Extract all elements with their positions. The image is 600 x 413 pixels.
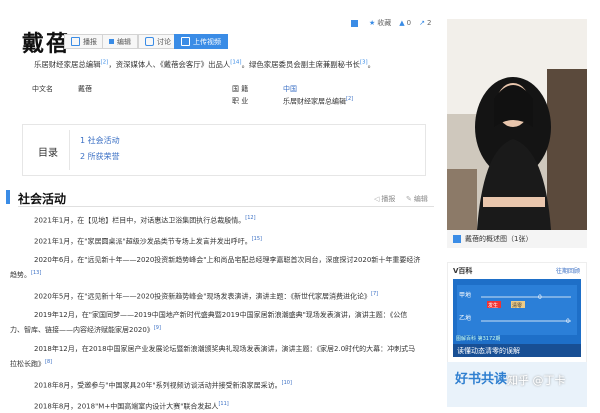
share-count: 2 <box>427 19 432 27</box>
activity-paragraph: 2019年12月，在"家国同梦——2019中国地产新时代盛典暨2019中国家居新… <box>10 309 434 337</box>
ref[interactable]: [14] <box>230 60 241 66</box>
paragraph-text: 力、智库、链接——内容经济赋能家居2020》 <box>10 326 154 335</box>
info-key-nationality: 国 籍 <box>232 85 249 93</box>
video-icon <box>181 37 190 46</box>
vbaike-more-link[interactable]: 往期回顾 <box>556 266 580 275</box>
ref[interactable]: [9] <box>154 325 161 331</box>
ref[interactable]: [2] <box>346 96 353 102</box>
activity-paragraph: 2018年12月，在2018中国家居产业发展论坛暨新浪潮颁奖典礼现场发表演讲，演… <box>10 343 434 371</box>
section-play-button[interactable]: ◁ 播报 <box>374 194 395 204</box>
activity-paragraph: 2021年1月，在【见地】栏目中，对话惠达卫浴集团执行总裁殷情。[12] <box>22 212 434 227</box>
paragraph-text: 2018年12月，在2018中国家居产业发展论坛暨新浪潮颁奖典礼现场发表演讲，演… <box>34 345 416 353</box>
section-marker <box>6 190 10 204</box>
photo-caption[interactable]: 戴蓓的概述图（1张） <box>447 230 587 248</box>
info-key-name: 中文名 <box>32 85 53 93</box>
info-key-job: 职 业 <box>232 97 249 105</box>
paragraph-text: 2019年12月，在"家国同梦——2019中国地产新时代盛典暨2019中国家居新… <box>34 311 408 319</box>
share-box-icon[interactable] <box>351 19 358 27</box>
promo-text: 好书共读 <box>455 372 508 387</box>
toc-divider <box>69 130 70 170</box>
paragraph-text: 2020年6月，在"远见新十年——2020投资新趋势峰会"上和尚品宅配总经理李嘉… <box>34 256 421 264</box>
vbaike-label-b: 乙地 <box>459 315 472 322</box>
paragraph-text: 2021年1月，在【见地】栏目中，对话惠达卫浴集团执行总裁殷情。 <box>34 216 246 225</box>
album-icon <box>453 235 461 243</box>
favorite-link[interactable]: 收藏 <box>377 18 391 28</box>
paragraph-text: 拉松长跑》 <box>10 360 45 369</box>
share-icon[interactable]: ↗ <box>419 19 425 27</box>
ref[interactable]: [8] <box>45 359 52 365</box>
section-edit-button[interactable]: ✎ 编辑 <box>406 194 428 204</box>
chat-icon <box>145 37 154 46</box>
vbaike-label-a: 甲地 <box>459 292 472 299</box>
activity-paragraph: 2021年1月，在"家居圆桌派"超级沙发品类节专场上发言并发出呼吁。[15] <box>22 233 434 248</box>
info-val-nationality[interactable]: 中国 <box>283 84 297 94</box>
ref[interactable]: [7] <box>371 291 378 297</box>
page-title: 戴蓓 <box>22 32 71 57</box>
activity-paragraph: 2018年8月，2018"M+中国高端室内设计大赛"联合发起人[11] <box>22 398 434 413</box>
ref[interactable]: [15] <box>252 236 262 242</box>
pencil-icon: ✎ <box>406 195 412 203</box>
vbaike-label-c1: 发生 <box>488 303 499 309</box>
toc-item-1[interactable]: 1 社会活动 <box>80 135 120 146</box>
ref[interactable]: [10] <box>282 380 292 386</box>
ref[interactable]: [12] <box>245 215 255 221</box>
paragraph-text: 2018年8月，2018"M+中国高端室内设计大赛"联合发起人 <box>34 402 219 411</box>
info-val-job: 乐居财经家居总编辑[2] <box>283 96 354 106</box>
profile-photo[interactable] <box>447 19 587 230</box>
like-count: 0 <box>406 19 412 27</box>
ref[interactable]: [11] <box>218 401 228 407</box>
vbaike-issue-label: 图解百科 第3172期 <box>456 336 501 342</box>
activity-paragraph: 2020年6月，在"远见新十年——2020投资新趋势峰会"上和尚品宅配总经理李嘉… <box>10 254 434 282</box>
thumb-up-icon[interactable]: ▲ <box>399 19 404 27</box>
toc-title: 目录 <box>38 148 58 159</box>
ref[interactable]: [13] <box>31 270 41 276</box>
section-title: 社会活动 <box>18 192 67 206</box>
toc-item-2[interactable]: 2 所获荣誉 <box>80 151 120 162</box>
activity-paragraph: 2020年5月，在"远见新十年——2020投资新趋势峰会"现场发表演讲，演讲主题… <box>22 288 434 303</box>
toc-box <box>22 124 426 176</box>
speaker-icon <box>71 37 80 46</box>
star-icon[interactable]: ★ <box>369 19 375 27</box>
vbaike-caption[interactable]: 读懂动态清零的误解 <box>453 344 581 357</box>
vbaike-label-c4: 0 <box>566 318 570 325</box>
vbaike-label-c3: 0 <box>538 294 542 301</box>
speaker-icon: ◁ <box>374 195 380 203</box>
ref[interactable]: [3] <box>360 60 368 66</box>
section-divider <box>18 206 434 207</box>
upload-video-button[interactable]: 上传视频 <box>174 34 228 49</box>
pencil-icon <box>109 39 114 44</box>
discuss-button[interactable]: 讨论 <box>138 34 178 49</box>
top-toolbar: ★ 收藏 ▲ 0 ↗ 2 <box>351 18 431 28</box>
paragraph-text: 2018年8月，受邀参与"中国家具20年"系列视频访谈活动并接受新浪家居采访。 <box>34 381 282 390</box>
info-val-name: 戴蓓 <box>78 85 92 93</box>
watermark: 知乎 @丁卡 <box>507 374 566 387</box>
summary-text: 乐居财经家居总编辑[2]，资深媒体人、《戴蓓会客厅》出品人[14]。绿色家居委员… <box>34 59 376 69</box>
paragraph-text: 趋势。 <box>10 271 31 280</box>
play-button[interactable]: 播报 <box>64 34 104 49</box>
vbaike-heading: V百科 <box>453 267 473 275</box>
paragraph-text: 2020年5月，在"远见新十年——2020投资新趋势峰会"现场发表演讲，演讲主题… <box>34 292 372 301</box>
activity-paragraph: 2018年8月，受邀参与"中国家具20年"系列视频访谈活动并接受新浪家居采访。[… <box>22 377 434 392</box>
vbaike-label-c2: 清零 <box>512 303 523 309</box>
paragraph-text: 2021年1月，在"家居圆桌派"超级沙发品类节专场上发言并发出呼吁。 <box>34 237 252 246</box>
edit-button[interactable]: 编辑 <box>102 34 138 49</box>
